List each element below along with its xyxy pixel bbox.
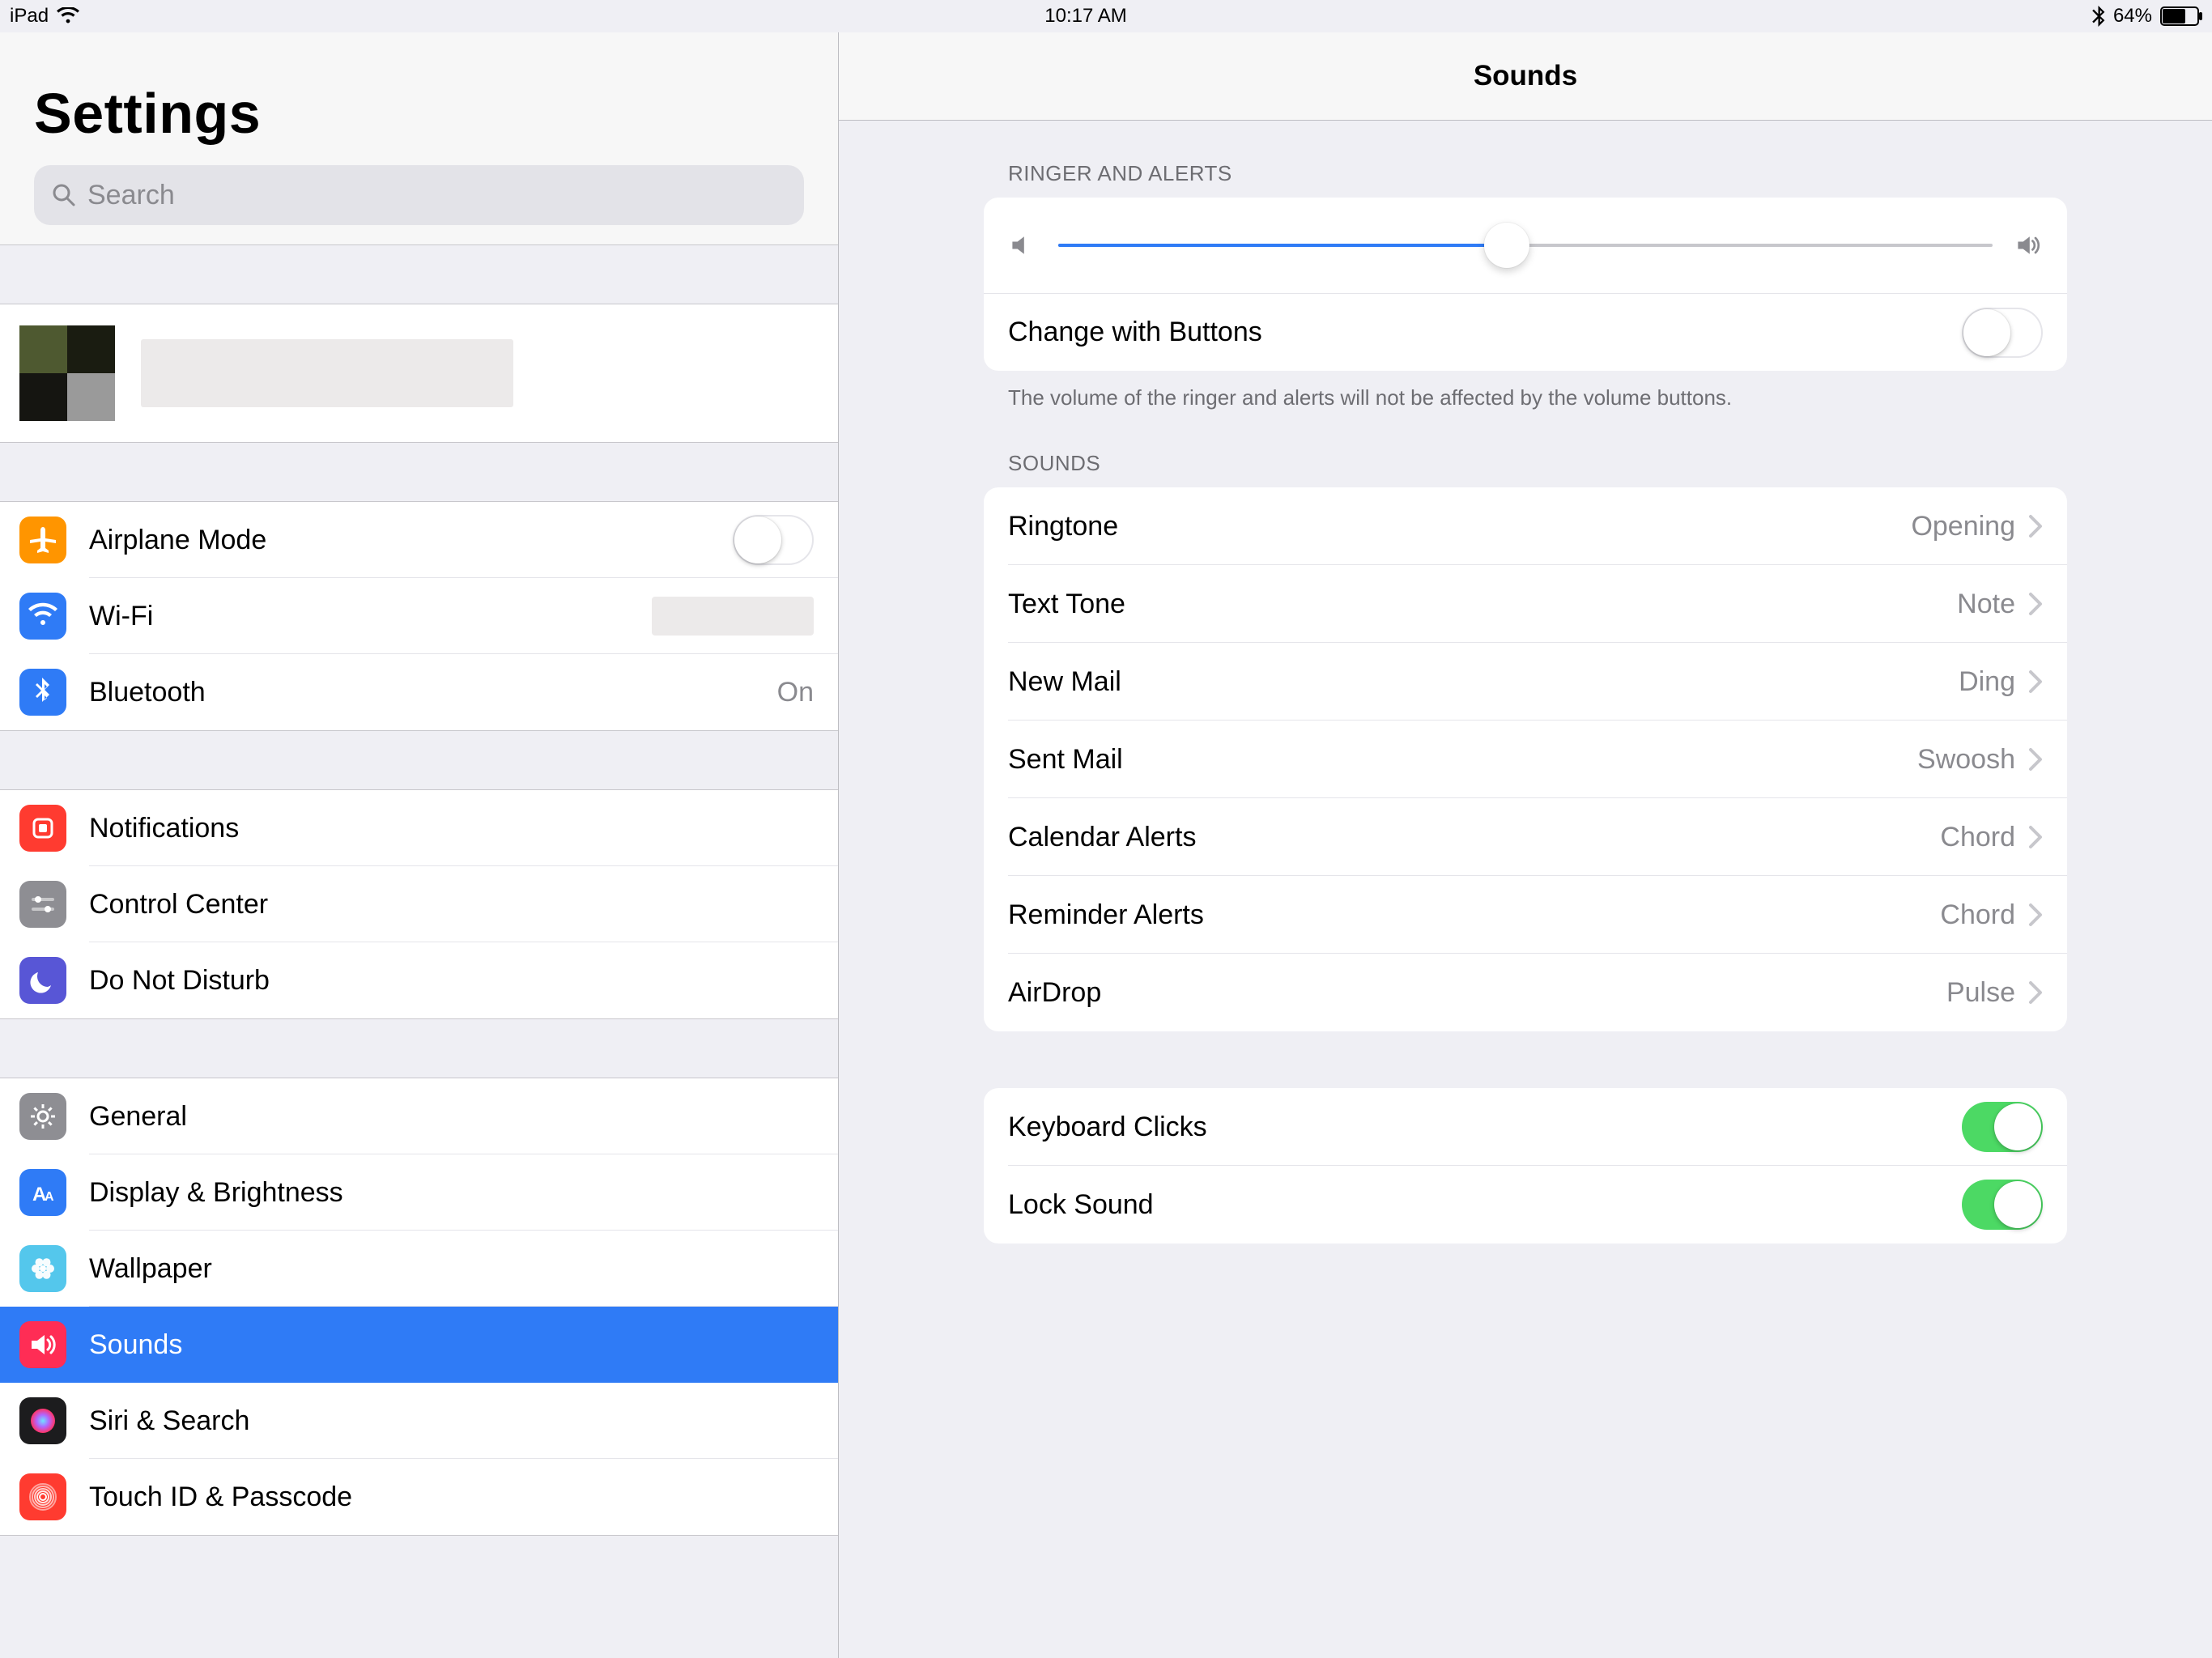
wifi-value [652,597,814,636]
sidebar-item-label: Bluetooth [89,677,777,708]
lock sound-toggle[interactable] [1962,1180,2043,1230]
sidebar-item-label: Airplane Mode [89,525,733,556]
sidebar-item-label: Siri & Search [89,1405,814,1437]
sidebar-item-label: Do Not Disturb [89,965,814,997]
svg-text:A: A [45,1190,54,1204]
sound-row-reminder alerts[interactable]: Reminder Alerts Chord [984,876,2067,954]
sidebar-item-label: Sounds [89,1329,814,1361]
sidebar-item-label: Notifications [89,813,814,844]
chevron-right-icon [2028,592,2043,616]
sound-value: Note [1957,589,2015,620]
change-buttons-label: Change with Buttons [1008,317,1962,348]
toggle-label: Lock Sound [1008,1189,1962,1221]
settings-sidebar: Settings Search Airplane Mode [0,32,839,1658]
detail-pane: Sounds RINGER AND ALERTS Change with But… [839,32,2212,1658]
siri-icon [19,1397,66,1444]
sound-value: Ding [1959,666,2015,698]
text-size-icon: AA [19,1169,66,1216]
chevron-right-icon [2028,825,2043,849]
section-header-sounds: SOUNDS [984,410,2067,487]
sound-row-text tone[interactable]: Text Tone Note [984,565,2067,643]
sidebar-item-general[interactable]: General [0,1078,838,1154]
sidebar-item-label: General [89,1101,814,1133]
toggle-row-lock sound: Lock Sound [984,1166,2067,1244]
sidebar-item-notifications[interactable]: Notifications [0,790,838,866]
section-header-ringer: RINGER AND ALERTS [984,121,2067,198]
sound-label: Calendar Alerts [1008,822,1940,853]
gear-icon [19,1093,66,1140]
sound-label: Sent Mail [1008,744,1917,776]
page-title: Settings [34,81,804,146]
sidebar-item-controlcenter[interactable]: Control Center [0,866,838,942]
sound-value: Pulse [1946,977,2015,1009]
change-buttons-toggle[interactable] [1962,308,2043,358]
search-icon [52,183,76,207]
chevron-right-icon [2028,980,2043,1005]
clock: 10:17 AM [79,5,2092,28]
profile-row[interactable] [0,304,838,442]
sidebar-item-airplane[interactable]: Airplane Mode [0,502,838,578]
sidebar-item-label: Wi-Fi [89,601,652,632]
sidebar-item-siri[interactable]: Siri & Search [0,1383,838,1459]
sound-label: AirDrop [1008,977,1946,1009]
battery-icon [2160,6,2202,26]
bell-square-icon [19,805,66,852]
sound-row-ringtone[interactable]: Ringtone Opening [984,487,2067,565]
airplane-toggle[interactable] [733,515,814,565]
flower-icon [19,1245,66,1292]
keyboard clicks-toggle[interactable] [1962,1102,2043,1152]
toggle-row-keyboard clicks: Keyboard Clicks [984,1088,2067,1166]
sound-label: Ringtone [1008,511,1911,542]
sidebar-item-wifi[interactable]: Wi-Fi [0,578,838,654]
chevron-right-icon [2028,670,2043,694]
wifi-icon [57,7,79,25]
sound-row-airdrop[interactable]: AirDrop Pulse [984,954,2067,1031]
sound-row-sent mail[interactable]: Sent Mail Swoosh [984,721,2067,798]
chevron-right-icon [2028,903,2043,927]
avatar [19,325,115,421]
sound-label: Reminder Alerts [1008,899,1940,931]
status-bar: iPad 10:17 AM 64% [0,0,2212,32]
sound-value: Chord [1940,899,2015,931]
search-input[interactable]: Search [34,165,804,225]
sidebar-item-dnd[interactable]: Do Not Disturb [0,942,838,1018]
profile-name [141,339,513,407]
sidebar-item-sounds[interactable]: Sounds [0,1307,838,1383]
speaker-icon [19,1321,66,1368]
search-placeholder: Search [87,180,175,211]
sound-value: Opening [1911,511,2015,542]
chevron-right-icon [2028,514,2043,538]
moon-icon [19,957,66,1004]
sidebar-item-label: Touch ID & Passcode [89,1482,814,1513]
airplane-icon [19,517,66,563]
ringer-volume-slider[interactable] [984,198,2067,293]
chevron-right-icon [2028,747,2043,772]
sound-value: Chord [1940,822,2015,853]
sound-label: Text Tone [1008,589,1957,620]
speaker-low-icon [1008,231,1037,260]
sidebar-item-label: Wallpaper [89,1253,814,1285]
sound-row-new mail[interactable]: New Mail Ding [984,643,2067,721]
sidebar-item-label: Display & Brightness [89,1177,814,1209]
device-label: iPad [10,5,49,28]
sliders-icon [19,881,66,928]
bluetooth-icon [19,669,66,716]
bluetooth-icon [2092,6,2105,27]
ringer-footer: The volume of the ringer and alerts will… [984,371,2067,410]
sound-row-calendar alerts[interactable]: Calendar Alerts Chord [984,798,2067,876]
sidebar-item-display[interactable]: AA Display & Brightness [0,1154,838,1231]
speaker-high-icon [2014,231,2043,260]
sidebar-item-bluetooth[interactable]: Bluetooth On [0,654,838,730]
sidebar-item-wallpaper[interactable]: Wallpaper [0,1231,838,1307]
sound-value: Swoosh [1917,744,2015,776]
bluetooth-value: On [777,677,814,708]
sidebar-item-label: Control Center [89,889,814,920]
fingerprint-icon [19,1473,66,1520]
sound-label: New Mail [1008,666,1959,698]
wifi-icon [19,593,66,640]
sidebar-item-touchid[interactable]: Touch ID & Passcode [0,1459,838,1535]
toggle-label: Keyboard Clicks [1008,1112,1962,1143]
battery-pct: 64% [2113,5,2152,28]
detail-title: Sounds [839,32,2212,121]
